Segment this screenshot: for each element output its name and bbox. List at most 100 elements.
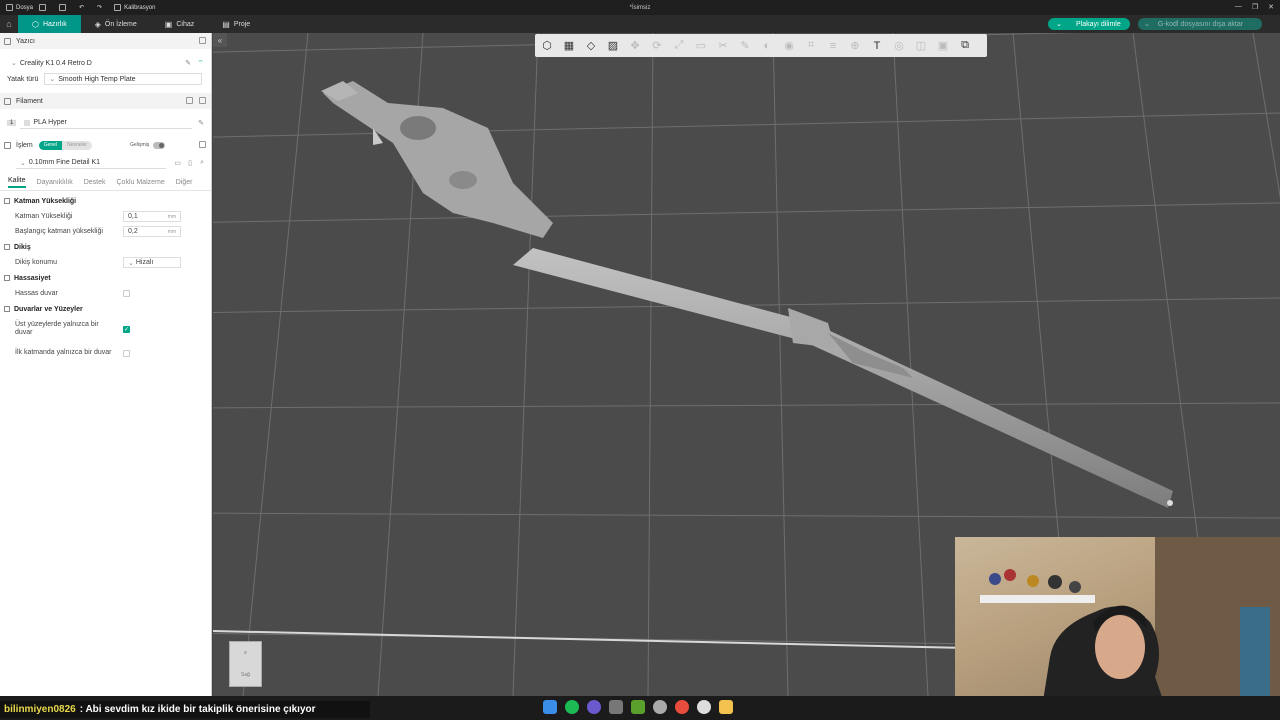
edit-icon[interactable]: ✎ bbox=[185, 59, 191, 67]
redo-icon[interactable]: ↷ bbox=[97, 4, 102, 11]
tab-quality[interactable]: Kalite bbox=[8, 177, 26, 188]
seam-position-select[interactable]: ⌄ Hizalı bbox=[123, 257, 181, 268]
filament-section-title: Filament bbox=[16, 97, 43, 105]
app-icon[interactable] bbox=[653, 700, 667, 714]
tab-device[interactable]: ▣ Cihaz bbox=[151, 15, 208, 33]
view-cube[interactable]: ≡ Sağ bbox=[229, 641, 262, 687]
add-object-icon[interactable]: ⬡ bbox=[539, 38, 555, 54]
add-icon[interactable] bbox=[186, 97, 193, 104]
folder-icon[interactable] bbox=[719, 700, 733, 714]
first-layer-one-wall-label: İlk katmanda yalnızca bir duvar bbox=[15, 349, 112, 356]
chevron-down-icon[interactable]: ⌄ bbox=[1144, 20, 1150, 28]
tab-prepare[interactable]: ⬡ Hazırlık bbox=[18, 15, 81, 33]
cut-icon[interactable]: ✂ bbox=[715, 38, 731, 54]
variable-height-icon[interactable]: ≡ bbox=[825, 38, 841, 54]
group-seam: Dikiş bbox=[0, 239, 211, 255]
precision-icon bbox=[4, 275, 10, 281]
scope-global[interactable]: Genel bbox=[38, 140, 63, 150]
lay-on-face-icon[interactable]: ▭ bbox=[693, 38, 709, 54]
scope-objects[interactable]: Nesneler bbox=[62, 140, 93, 150]
settings-icon[interactable] bbox=[199, 37, 206, 44]
chrome-icon[interactable] bbox=[675, 700, 689, 714]
rotate-icon[interactable]: ⟳ bbox=[649, 38, 665, 54]
advanced-switch[interactable] bbox=[153, 141, 166, 149]
color-paint-icon[interactable]: ◉ bbox=[781, 38, 797, 54]
view-cube-glyph: ≡ bbox=[244, 650, 247, 656]
settings-icon[interactable] bbox=[199, 141, 206, 148]
calibration-menu[interactable]: Kalibrasyon bbox=[114, 4, 155, 11]
save-icon[interactable]: ▭ bbox=[174, 159, 181, 167]
scale-icon[interactable]: ⤢ bbox=[671, 38, 687, 54]
undo-icon[interactable]: ↶ bbox=[79, 4, 84, 11]
precise-wall-checkbox[interactable] bbox=[123, 290, 130, 297]
move-icon[interactable]: ✥ bbox=[627, 38, 643, 54]
spotify-icon[interactable] bbox=[565, 700, 579, 714]
wifi-icon[interactable]: ⌔ bbox=[197, 59, 204, 68]
slicer-icon[interactable] bbox=[609, 700, 623, 714]
filament-select[interactable]: PLA Hyper bbox=[20, 117, 193, 129]
minimize-icon[interactable]: — bbox=[1235, 3, 1242, 11]
tab-multimaterial[interactable]: Çoklu Malzeme bbox=[117, 179, 165, 186]
tab-others[interactable]: Diğer bbox=[176, 179, 193, 186]
emboss-icon[interactable]: ◫ bbox=[913, 38, 929, 54]
bed-type-select[interactable]: ⌄ Smooth High Temp Plate bbox=[44, 73, 203, 85]
tab-preview-label: Ön İzleme bbox=[104, 20, 137, 28]
arrange-grid-icon[interactable]: ▦ bbox=[561, 38, 577, 54]
group-precision: Hassasiyet bbox=[0, 270, 211, 286]
tab-prepare-label: Hazırlık bbox=[42, 20, 67, 28]
prepare-icon: ⬡ bbox=[32, 19, 39, 29]
window-controls: — ❐ ✕ bbox=[1235, 3, 1274, 11]
close-icon[interactable]: ✕ bbox=[1268, 3, 1274, 11]
chevron-down-icon[interactable]: ⌄ bbox=[1054, 20, 1064, 28]
svg-tool-icon[interactable]: ◎ bbox=[891, 38, 907, 54]
bed-type-value: Smooth High Temp Plate bbox=[58, 75, 136, 83]
home-icon[interactable]: ⌂ bbox=[0, 15, 18, 33]
text-tool-icon[interactable]: T bbox=[869, 38, 885, 54]
edit-icon[interactable]: ✎ bbox=[198, 119, 204, 127]
orient-icon[interactable]: ◇ bbox=[583, 38, 599, 54]
boolean-icon[interactable]: ⊕ bbox=[847, 38, 863, 54]
seam-paint-icon[interactable]: ◐ bbox=[759, 38, 775, 54]
process-preset-select[interactable]: ⌄ 0.10mm Fine Detail K1 bbox=[16, 157, 166, 169]
steam-icon[interactable] bbox=[697, 700, 711, 714]
printer-name: Creality K1 0.4 Retro D bbox=[19, 59, 92, 67]
layer-height-input[interactable]: 0,1 mm bbox=[123, 211, 181, 222]
settings-icon[interactable] bbox=[199, 97, 206, 104]
filament-name: PLA Hyper bbox=[33, 119, 67, 126]
compare-icon[interactable]: ▯ bbox=[188, 159, 192, 167]
tab-preview[interactable]: ◈ Ön İzleme bbox=[81, 15, 151, 33]
measure-icon[interactable]: ⌗ bbox=[803, 38, 819, 54]
support-paint-icon[interactable]: ✎ bbox=[737, 38, 753, 54]
tab-support[interactable]: Destek bbox=[84, 179, 106, 186]
collapse-left-icon: « bbox=[217, 35, 223, 45]
discord-icon[interactable] bbox=[587, 700, 601, 714]
top-one-wall-checkbox[interactable]: ✓ bbox=[123, 325, 130, 333]
split-view-icon[interactable]: ⧉ bbox=[957, 38, 973, 54]
start-icon[interactable] bbox=[543, 700, 557, 714]
export-gcode-button[interactable]: ⌄ G-kodl dosyasını dışa aktar bbox=[1138, 18, 1262, 30]
printer-select[interactable]: ⌄ Creality K1 0.4 Retro D bbox=[7, 57, 181, 69]
tool-icon[interactable] bbox=[631, 700, 645, 714]
tab-project-label: Proje bbox=[233, 20, 251, 28]
tab-strength[interactable]: Dayanıklılık bbox=[37, 179, 73, 186]
sidebar-collapse-button[interactable]: « bbox=[213, 33, 227, 47]
save-icon[interactable] bbox=[59, 4, 67, 11]
initial-layer-input[interactable]: 0,2 mm bbox=[123, 226, 181, 237]
advanced-label: Gelişmiş bbox=[130, 142, 150, 148]
process-scope-toggle[interactable]: Genel Nesneler bbox=[38, 140, 93, 150]
calibration-icon bbox=[114, 4, 122, 11]
search-icon[interactable]: ⌕ bbox=[200, 159, 204, 167]
assembly-icon[interactable]: ▣ bbox=[935, 38, 951, 54]
maximize-icon[interactable]: ❐ bbox=[1252, 3, 1258, 11]
chevron-down-icon: ⌄ bbox=[49, 76, 56, 83]
filament-color-swatch bbox=[24, 119, 31, 126]
slice-plate-button[interactable]: ⌄ Plakayı dilimle bbox=[1048, 18, 1130, 30]
param-top-one-wall: Üst yüzeylerde yalnızca bir duvar ✓ bbox=[0, 317, 211, 341]
new-icon[interactable] bbox=[39, 4, 47, 11]
first-layer-one-wall-checkbox[interactable] bbox=[123, 349, 130, 357]
plate-icon[interactable]: ▨ bbox=[605, 38, 621, 54]
seam-position-value: Hizalı bbox=[135, 259, 154, 266]
group-seam-title: Dikiş bbox=[14, 243, 31, 251]
tab-project[interactable]: ▤ Proje bbox=[208, 15, 264, 33]
file-menu[interactable]: Dosya bbox=[6, 4, 33, 11]
